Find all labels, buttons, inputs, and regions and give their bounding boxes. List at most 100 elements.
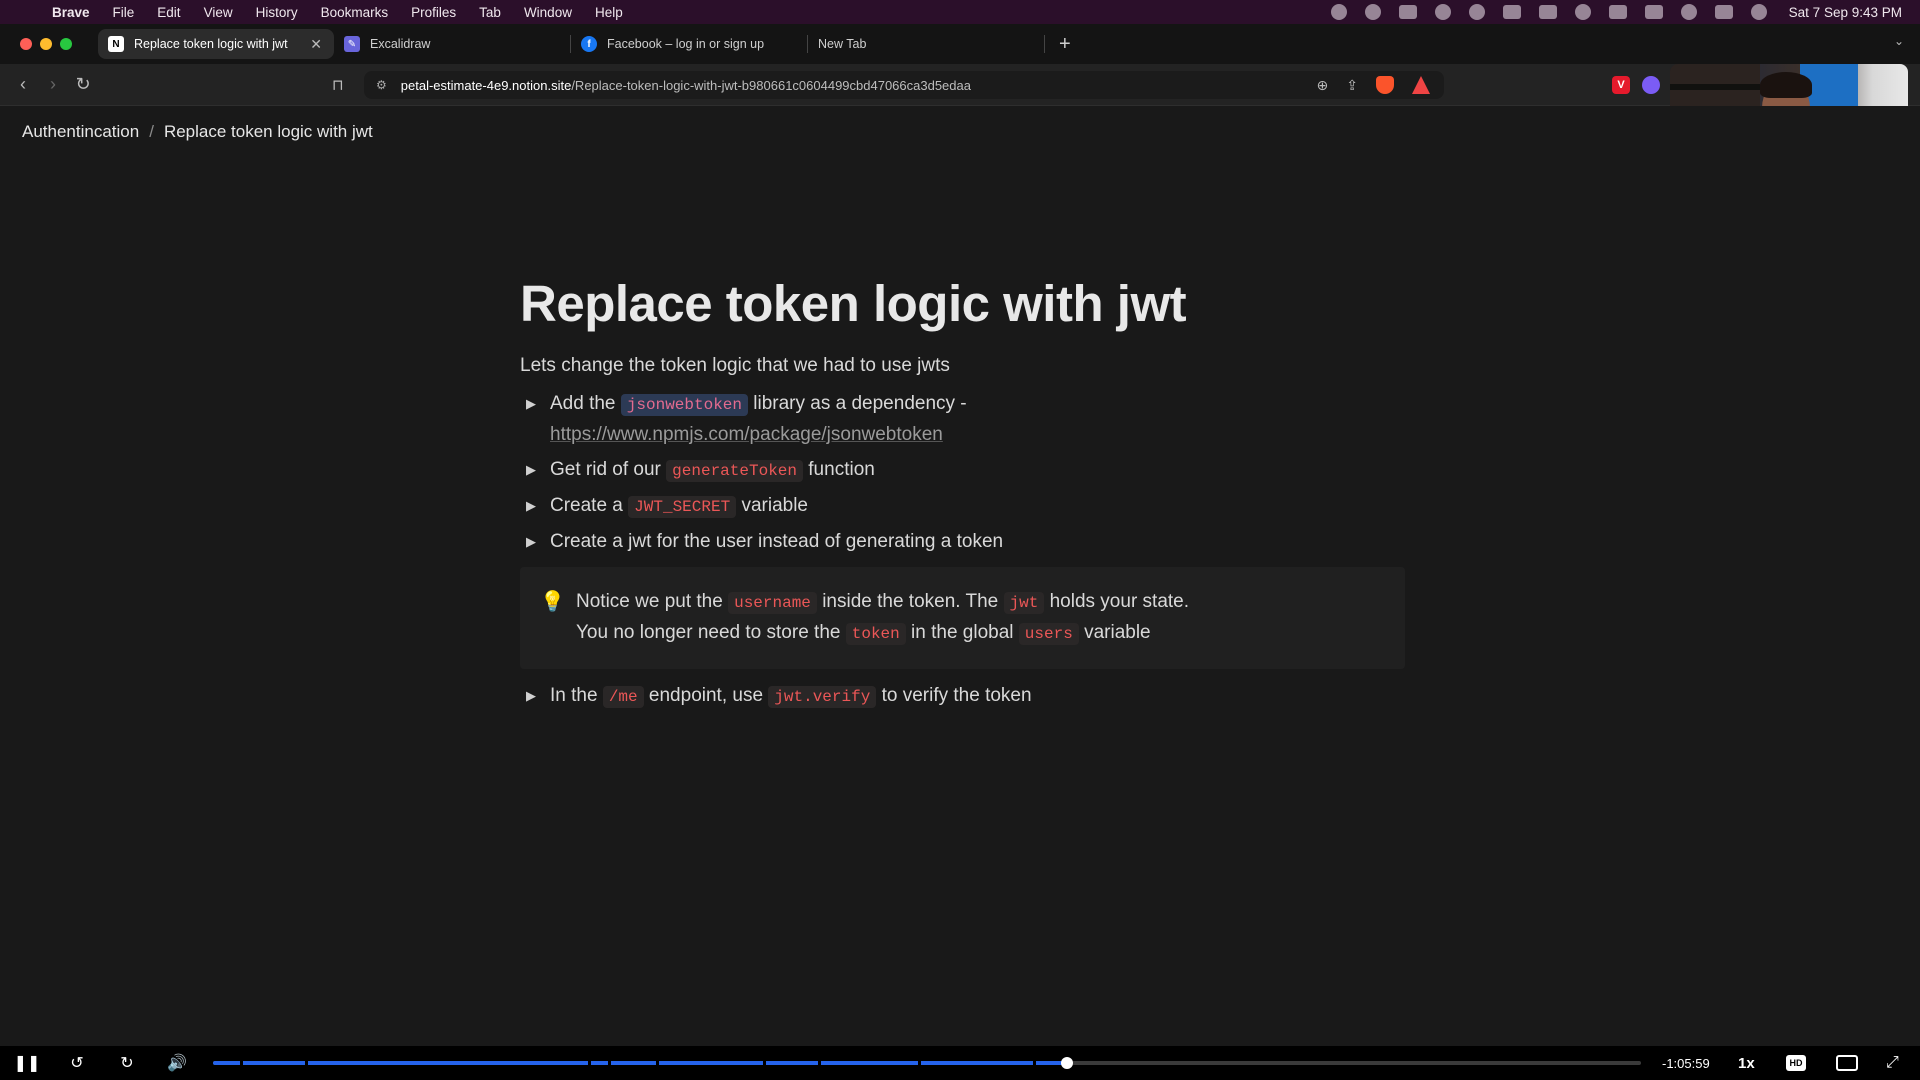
menu-bookmarks[interactable]: Bookmarks — [321, 5, 389, 20]
tab-strip: N Replace token logic with jwt ✕ ✎ Excal… — [0, 24, 1920, 64]
tab-excalidraw[interactable]: ✎ Excalidraw — [334, 29, 570, 59]
inline-code: token — [845, 623, 906, 645]
eye-icon[interactable] — [1434, 4, 1451, 20]
tab-replace-token[interactable]: N Replace token logic with jwt ✕ — [98, 29, 334, 59]
toggle-block-add-dependency: ▶ Add the jsonwebtoken library as a depe… — [520, 389, 1405, 450]
forward-icon[interactable]: ↻ — [112, 1053, 142, 1073]
toggle-text: Add the — [550, 393, 616, 414]
tab-label: Excalidraw — [370, 37, 431, 51]
minimize-window-button[interactable] — [40, 38, 52, 50]
toggle-text: function — [808, 459, 875, 480]
battery-icon[interactable] — [1608, 5, 1627, 19]
progress-fill — [213, 1061, 1067, 1065]
breadcrumb: Authentincation / Replace token logic wi… — [22, 122, 373, 142]
rewards-badge: 1 — [1424, 76, 1430, 86]
npm-link[interactable]: https://www.npmjs.com/package/jsonwebtok… — [550, 424, 943, 445]
zoom-window-button[interactable] — [60, 38, 72, 50]
tab-new-tab[interactable]: New Tab — [808, 29, 1044, 59]
toggle-block-create-jwt: ▶ Create a jwt for the user instead of g… — [520, 527, 1405, 557]
tab-facebook[interactable]: f Facebook – log in or sign up — [571, 29, 807, 59]
reload-icon[interactable]: ↻ — [68, 74, 98, 95]
callout-block: 💡 Notice we put the username inside the … — [520, 567, 1405, 669]
chapter-marker — [588, 1061, 591, 1065]
siri-icon[interactable] — [1750, 4, 1767, 20]
breadcrumb-current[interactable]: Replace token logic with jwt — [164, 122, 373, 142]
vivaldi-extension-icon[interactable]: V — [1612, 75, 1630, 94]
pause-icon[interactable]: ❚❚ — [12, 1053, 42, 1073]
aria-extension-icon[interactable] — [1642, 75, 1660, 94]
notion-page: Authentincation / Replace token logic wi… — [0, 106, 1920, 1046]
playback-speed-button[interactable]: 1x — [1738, 1055, 1755, 1072]
menu-app-brave[interactable]: Brave — [52, 5, 90, 20]
toggle-text: to verify the token — [881, 685, 1032, 706]
toggle-text: Create a jwt for the user instead of gen… — [550, 531, 1004, 552]
chapter-marker — [763, 1061, 766, 1065]
toggle-caret-icon[interactable]: ▶ — [520, 527, 550, 557]
brave-shield-icon[interactable] — [1376, 76, 1394, 94]
fullscreen-icon[interactable]: ⤢ — [1886, 1054, 1899, 1072]
time-remaining: -1:05:59 — [1662, 1055, 1710, 1071]
toggle-text: variable — [741, 495, 808, 516]
hd-quality-button[interactable]: HD — [1786, 1055, 1806, 1071]
progress-knob[interactable] — [1060, 1057, 1073, 1069]
printer-icon[interactable] — [1502, 5, 1521, 19]
picture-in-picture-icon[interactable] — [1836, 1055, 1858, 1071]
chevron-down-icon[interactable]: ⌄ — [1894, 34, 1904, 48]
globe-icon[interactable] — [1468, 4, 1485, 20]
toggle-caret-icon[interactable]: ▶ — [520, 455, 550, 485]
progress-bar[interactable] — [213, 1057, 1641, 1069]
toggle-caret-icon[interactable]: ▶ — [520, 491, 550, 521]
wifi-icon[interactable] — [1644, 5, 1663, 19]
share-icon[interactable]: ⇪ — [1346, 77, 1358, 94]
moon-icon[interactable] — [1574, 4, 1591, 20]
volume-icon[interactable]: 🔊 — [162, 1053, 192, 1073]
chapter-marker — [305, 1061, 308, 1065]
toggle-block-jwt-secret: ▶ Create a JWT_SECRET variable — [520, 491, 1405, 522]
back-arrow-icon[interactable]: ‹ — [8, 74, 38, 95]
close-window-button[interactable] — [20, 38, 32, 50]
page-content: Lets change the token logic that we had … — [520, 346, 1405, 712]
rewind-icon[interactable]: ↺ — [62, 1053, 92, 1073]
inline-code: jwt.verify — [768, 686, 877, 708]
toggle-caret-icon[interactable]: ▶ — [520, 681, 550, 711]
control-center-icon[interactable] — [1714, 5, 1733, 19]
toggle-caret-icon[interactable]: ▶ — [520, 389, 550, 419]
forward-arrow-icon[interactable]: › — [38, 74, 68, 95]
zoom-icon[interactable]: ⊕ — [1317, 77, 1329, 94]
bookmark-icon[interactable]: ⊓ — [332, 76, 344, 94]
site-settings-icon[interactable]: ⚙ — [376, 78, 387, 92]
chapter-marker — [1033, 1061, 1036, 1065]
menu-view[interactable]: View — [204, 5, 233, 20]
lightbulb-icon: 💡 — [540, 591, 565, 613]
menu-tab[interactable]: Tab — [479, 5, 501, 20]
menu-help[interactable]: Help — [595, 5, 623, 20]
menu-file[interactable]: File — [113, 5, 135, 20]
address-bar[interactable]: ⚙ petal-estimate-4e9.notion.site/Replace… — [364, 71, 1444, 99]
close-tab-icon[interactable]: ✕ — [310, 36, 322, 53]
chapter-marker — [918, 1061, 921, 1065]
spotlight-icon[interactable] — [1680, 4, 1697, 20]
zoom-icon[interactable] — [1364, 4, 1381, 20]
brave-rewards-icon[interactable]: 1 — [1412, 76, 1430, 94]
tab-label: New Tab — [818, 37, 867, 51]
webcam-person-hair — [1760, 72, 1812, 98]
inline-code: username — [728, 592, 817, 614]
menu-history[interactable]: History — [256, 5, 298, 20]
toggle-text: Create a — [550, 495, 623, 516]
menubar-clock[interactable]: Sat 7 Sep 9:43 PM — [1789, 5, 1902, 20]
chapter-marker — [818, 1061, 821, 1065]
menu-window[interactable]: Window — [524, 5, 572, 20]
keyboard-icon[interactable] — [1538, 5, 1557, 19]
creative-cloud-icon[interactable] — [1330, 4, 1347, 20]
excalidraw-icon: ✎ — [344, 36, 360, 52]
breadcrumb-parent[interactable]: Authentincation — [22, 122, 139, 142]
cloud-icon[interactable] — [1398, 5, 1417, 19]
new-tab-button[interactable]: + — [1059, 33, 1079, 56]
status-area: Sat 7 Sep 9:43 PM — [1313, 0, 1902, 24]
callout-text-segment: You no longer need to store the — [576, 622, 841, 643]
tab-divider — [1044, 35, 1045, 53]
callout-text-segment: in the global — [911, 622, 1014, 643]
menu-edit[interactable]: Edit — [157, 5, 180, 20]
menu-profiles[interactable]: Profiles — [411, 5, 456, 20]
notion-icon: N — [108, 36, 124, 52]
